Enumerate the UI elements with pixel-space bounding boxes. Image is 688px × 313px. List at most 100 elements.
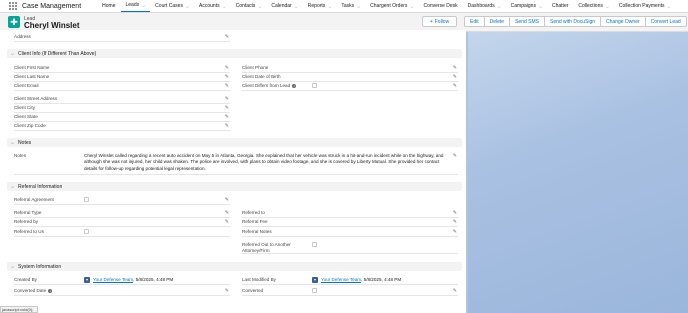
client-first-name-label: Client First Name	[14, 65, 50, 70]
edit-pencil-icon[interactable]: ✎	[453, 65, 457, 71]
referral-agreement-label: Referral Agreement	[14, 197, 54, 202]
nav-tab-label: Collection Payments	[618, 3, 665, 9]
nav-tabs: Home Leads ⌵ Court Cases ⌵ Accounts ⌵ Contacts ⌵…	[97, 0, 676, 12]
nav-tab-label: Dashboards	[467, 3, 495, 9]
referred-out-to-another-attorney-firm-checkbox	[312, 242, 317, 247]
nav-tab-converse-desk[interactable]: Converse Desk	[418, 0, 462, 12]
referred-to-label: Referred to	[242, 210, 265, 215]
nav-tab-leads[interactable]: Leads ⌵	[120, 0, 151, 12]
nav-tab-chargent-orders[interactable]: Chargent Orders ⌵	[365, 0, 418, 12]
nav-tab-tasks[interactable]: Tasks ⌵	[336, 0, 365, 12]
edit-pencil-icon[interactable]: ✎	[225, 65, 229, 71]
referral-agreement-checkbox	[84, 197, 89, 202]
chevron-down-icon[interactable]: ⌵	[328, 4, 331, 9]
chevron-down-icon[interactable]: ⌵	[223, 4, 226, 9]
referral-type-row: Referral Type ✎	[14, 210, 230, 218]
section-system[interactable]: ⌵ System Information	[7, 262, 462, 271]
delete-button[interactable]: Delete	[485, 17, 511, 26]
nav-tab-reports[interactable]: Reports ⌵	[303, 0, 337, 12]
nav-tab-dashboards[interactable]: Dashboards ⌵	[463, 0, 506, 12]
section-notes[interactable]: ⌵ Notes	[7, 138, 462, 147]
edit-pencil-icon[interactable]: ✎	[453, 83, 457, 89]
chevron-down-icon[interactable]: ⌵	[258, 4, 261, 9]
chevron-down-icon[interactable]: ⌵	[357, 4, 360, 9]
created-by-value: ▾ Your Defense Team, 5/8/2025, 4:48 PM	[84, 277, 173, 283]
nav-tab-contacts[interactable]: Contacts ⌵	[231, 0, 267, 12]
edit-pencil-icon[interactable]: ✎	[453, 74, 457, 80]
referral-notes-label: Referral Notes	[242, 229, 272, 234]
edit-pencil-icon[interactable]: ✎	[453, 153, 457, 159]
nav-tab-label: Chargent Orders	[370, 3, 408, 9]
chevron-down-icon[interactable]: ⌵	[606, 4, 609, 9]
edit-pencil-icon[interactable]: ✎	[225, 105, 229, 111]
edit-pencil-icon[interactable]: ✎	[225, 210, 229, 216]
edit-pencil-icon[interactable]: ✎	[225, 74, 229, 80]
edit-pencil-icon[interactable]: ✎	[225, 123, 229, 129]
convert-lead-button[interactable]: Convert Lead	[646, 17, 686, 26]
section-referral[interactable]: ⌵ Referral Information	[7, 182, 462, 191]
chevron-down-icon[interactable]: ⌵	[668, 4, 671, 9]
edit-pencil-icon[interactable]: ✎	[453, 219, 457, 225]
background-pattern	[468, 30, 688, 313]
client-phone-row: Client Phone ✎	[242, 65, 458, 73]
section-title: Notes	[18, 139, 32, 146]
nav-tab-label: Leads	[125, 2, 140, 8]
info-icon[interactable]: i	[48, 288, 53, 293]
nav-tab-label: Court Cases	[155, 3, 183, 9]
app-launcher-icon[interactable]	[9, 2, 17, 10]
edit-pencil-icon[interactable]: ✎	[225, 197, 229, 203]
edit-pencil-icon[interactable]: ✎	[453, 288, 457, 294]
section-client-info[interactable]: ⌵ Client Info (If Different Than Above)	[7, 49, 462, 58]
user-avatar-icon: ▾	[84, 277, 90, 283]
status-bar: javascript:void(0);	[0, 306, 38, 313]
nav-tab-chatter[interactable]: Chatter	[547, 0, 573, 12]
nav-tab-collections[interactable]: Collections ⌵	[573, 0, 614, 12]
client-last-name-row: Client Last Name ✎	[14, 74, 230, 82]
edit-pencil-icon[interactable]: ✎	[225, 34, 229, 40]
nav-tab-campaigns[interactable]: Campaigns ⌵	[506, 0, 547, 12]
info-icon[interactable]: i	[292, 83, 297, 88]
nav-tab-court-cases[interactable]: Court Cases ⌵	[150, 0, 194, 12]
chevron-down-icon[interactable]: ⌵	[295, 4, 298, 9]
chevron-down-icon[interactable]: ⌵	[186, 4, 189, 9]
address-row: Address ✎	[14, 34, 230, 42]
client-first-name-row: Client First Name ✎	[14, 65, 230, 73]
converted-date-row: Converted Date i ✎	[14, 288, 230, 296]
edit-button[interactable]: Edit	[465, 17, 485, 26]
nav-tab-home[interactable]: Home	[97, 0, 120, 12]
nav-tab-label: Collections	[578, 3, 603, 9]
client-street-address-row: Client Street Address ✎	[14, 96, 230, 104]
nav-tab-label: Campaigns	[510, 3, 536, 9]
edit-pencil-icon[interactable]: ✎	[225, 83, 229, 89]
client-email-row: Client Email ✎	[14, 83, 230, 91]
nav-tab-calendar[interactable]: Calendar ⌵	[266, 0, 302, 12]
edit-pencil-icon[interactable]: ✎	[225, 114, 229, 120]
chevron-down-icon[interactable]: ⌵	[498, 4, 501, 9]
edit-pencil-icon[interactable]: ✎	[225, 219, 229, 225]
nav-tab-label: Accounts	[199, 3, 220, 9]
change-owner-button[interactable]: Change Owner	[601, 17, 646, 26]
modified-by-value: ▾ Your Defense Team, 5/8/2025, 4:48 PM	[312, 277, 401, 283]
send-sms-button[interactable]: Send SMS	[510, 17, 545, 26]
modified-by-user-link[interactable]: Your Defense Team	[321, 277, 361, 282]
edit-pencil-icon[interactable]: ✎	[225, 96, 229, 102]
client-state-row: Client State ✎	[14, 114, 230, 122]
client-date-of-birth-row: Client Date of Birth ✎	[242, 74, 458, 82]
edit-pencil-icon[interactable]: ✎	[453, 210, 457, 216]
send-with-docusign-button[interactable]: Send with DocuSign	[545, 17, 602, 26]
nav-tab-collection-payments[interactable]: Collection Payments ⌵	[614, 0, 676, 12]
client-last-name-label: Client Last Name	[14, 74, 50, 79]
chevron-down-icon[interactable]: ⌵	[142, 3, 145, 8]
edit-pencil-icon[interactable]: ✎	[453, 229, 457, 235]
referred-to-us-row: Referred to Us	[14, 229, 230, 237]
referral-notes-row: Referral Notes ✎	[242, 229, 458, 237]
client-street-address-label: Client Street Address	[14, 96, 58, 101]
nav-tab-accounts[interactable]: Accounts ⌵	[194, 0, 231, 12]
nav-tab-label: Tasks	[341, 3, 355, 9]
edit-pencil-icon[interactable]: ✎	[225, 288, 229, 294]
created-by-user-link[interactable]: Your Defense Team	[93, 277, 133, 282]
chevron-down-icon[interactable]: ⌵	[539, 4, 542, 9]
follow-button[interactable]: + Follow	[422, 16, 457, 27]
chevron-down-icon[interactable]: ⌵	[410, 4, 413, 9]
client-date-of-birth-label: Client Date of Birth	[242, 74, 281, 79]
